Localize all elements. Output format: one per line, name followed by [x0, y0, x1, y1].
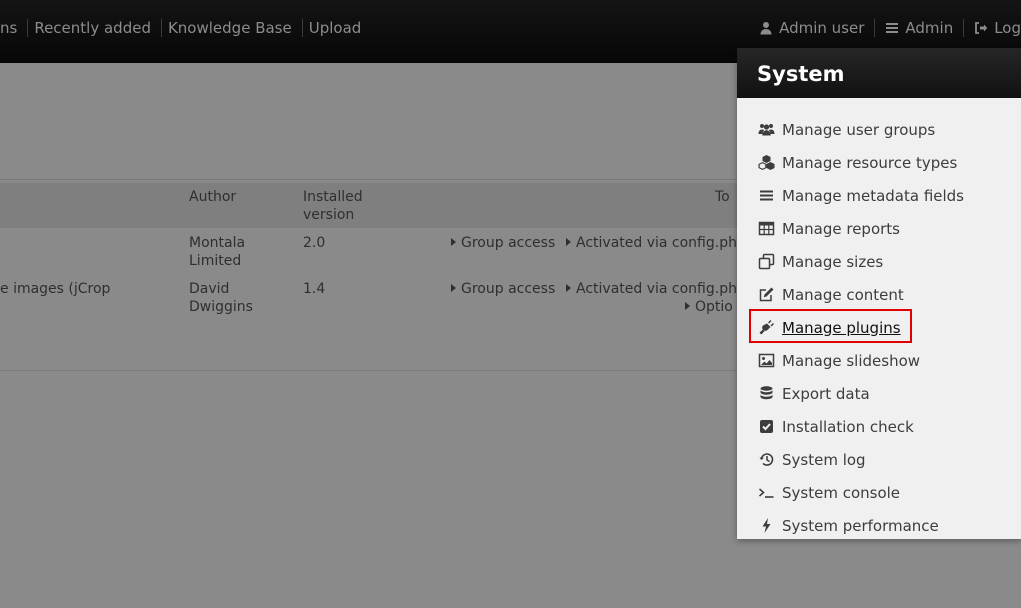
menu-item-manage-slideshow[interactable]: Manage slideshow — [737, 344, 1021, 377]
cubes-icon — [758, 154, 775, 171]
menu-item-manage-plugins[interactable]: Manage plugins — [737, 311, 1021, 344]
menu-item-manage-content[interactable]: Manage content — [737, 278, 1021, 311]
plugin-author-line2: Limited — [189, 253, 242, 269]
clone-icon — [758, 253, 775, 270]
menu-item-system-log[interactable]: System log — [737, 443, 1021, 476]
user-icon — [759, 21, 773, 35]
menu-item-manage-sizes[interactable]: Manage sizes — [737, 245, 1021, 278]
system-menu-header: System — [737, 48, 1021, 98]
plugin-author-line2: Dwiggins — [189, 299, 253, 315]
menu-item-system-console[interactable]: System console — [737, 476, 1021, 509]
menu-item-manage-user-groups[interactable]: Manage user groups — [737, 113, 1021, 146]
caret-right-icon — [566, 284, 571, 292]
check-square-icon — [758, 418, 775, 435]
group-access-link[interactable]: Group access — [451, 234, 555, 252]
bars-icon — [885, 21, 899, 35]
main-nav: ns Recently added Knowledge Base Upload — [0, 18, 371, 38]
user-nav: Admin user Admin Log — [749, 18, 1021, 38]
edit-icon — [758, 286, 775, 303]
divider — [0, 179, 737, 180]
nav-link-recently-added[interactable]: Recently added — [28, 19, 162, 37]
image-icon — [758, 352, 775, 369]
column-header-installed: Installed — [303, 189, 363, 205]
menu-item-label: Manage resource types — [782, 153, 958, 172]
menu-item-manage-reports[interactable]: Manage reports — [737, 212, 1021, 245]
menu-item-label: Manage sizes — [782, 252, 884, 271]
menu-item-label: Manage reports — [782, 219, 900, 238]
nav-link-knowledge-base[interactable]: Knowledge Base — [162, 19, 303, 37]
menu-item-label: System console — [782, 483, 901, 502]
nav-link-truncated[interactable]: ns — [0, 19, 29, 37]
menu-item-manage-resource-types[interactable]: Manage resource types — [737, 146, 1021, 179]
options-link[interactable]: Optio — [685, 298, 733, 316]
divider — [0, 370, 737, 371]
menu-item-label: Manage slideshow — [782, 351, 921, 370]
user-account-label: Admin user — [779, 19, 865, 37]
sign-out-icon — [974, 21, 988, 35]
bars-icon — [758, 187, 775, 204]
plugin-author: David — [189, 281, 230, 297]
menu-item-system-performance[interactable]: System performance — [737, 509, 1021, 542]
menu-item-label: System performance — [782, 516, 939, 535]
column-header-version: version — [303, 207, 355, 223]
caret-right-icon — [566, 238, 571, 246]
user-account-link[interactable]: Admin user — [749, 19, 876, 37]
menu-item-label: System log — [782, 450, 866, 469]
system-menu-panel: System Manage user groups Manage resourc… — [737, 48, 1021, 539]
menu-item-label: Installation check — [782, 417, 914, 436]
admin-label: Admin — [905, 19, 954, 37]
menu-item-label: Manage metadata fields — [782, 186, 964, 205]
system-menu-list: Manage user groups Manage resource types… — [737, 113, 1021, 542]
plug-icon — [758, 319, 775, 336]
users-icon — [758, 121, 775, 138]
menu-item-label: Manage plugins — [782, 318, 901, 337]
column-header-author: Author — [189, 189, 237, 205]
menu-item-label: Manage user groups — [782, 120, 936, 139]
caret-right-icon — [451, 238, 456, 246]
plugin-author: Montala — [189, 235, 246, 251]
bolt-icon — [758, 517, 775, 534]
activated-link[interactable]: Activated via config.ph — [566, 234, 737, 252]
logout-link[interactable]: Log — [964, 19, 1021, 37]
activated-link[interactable]: Activated via config.ph — [566, 280, 737, 298]
menu-item-label: Export data — [782, 384, 870, 403]
menu-item-installation-check[interactable]: Installation check — [737, 410, 1021, 443]
table-icon — [758, 220, 775, 237]
system-menu-title: System — [757, 62, 845, 86]
database-icon — [758, 385, 775, 402]
plugin-version: 2.0 — [303, 235, 326, 251]
menu-item-manage-metadata-fields[interactable]: Manage metadata fields — [737, 179, 1021, 212]
terminal-icon — [758, 484, 775, 501]
admin-link[interactable]: Admin — [875, 19, 965, 37]
group-access-link[interactable]: Group access — [451, 280, 555, 298]
nav-link-upload[interactable]: Upload — [303, 19, 372, 37]
menu-item-label: Manage content — [782, 285, 904, 304]
history-icon — [758, 451, 775, 468]
plugin-name: e images (jCrop — [0, 281, 111, 297]
plugins-table-header: Author Installed version To — [0, 183, 737, 228]
caret-right-icon — [451, 284, 456, 292]
caret-right-icon — [685, 302, 690, 310]
column-header-tools: To — [715, 189, 730, 205]
logout-label: Log — [994, 19, 1021, 37]
plugin-version: 1.4 — [303, 281, 326, 297]
menu-item-export-data[interactable]: Export data — [737, 377, 1021, 410]
